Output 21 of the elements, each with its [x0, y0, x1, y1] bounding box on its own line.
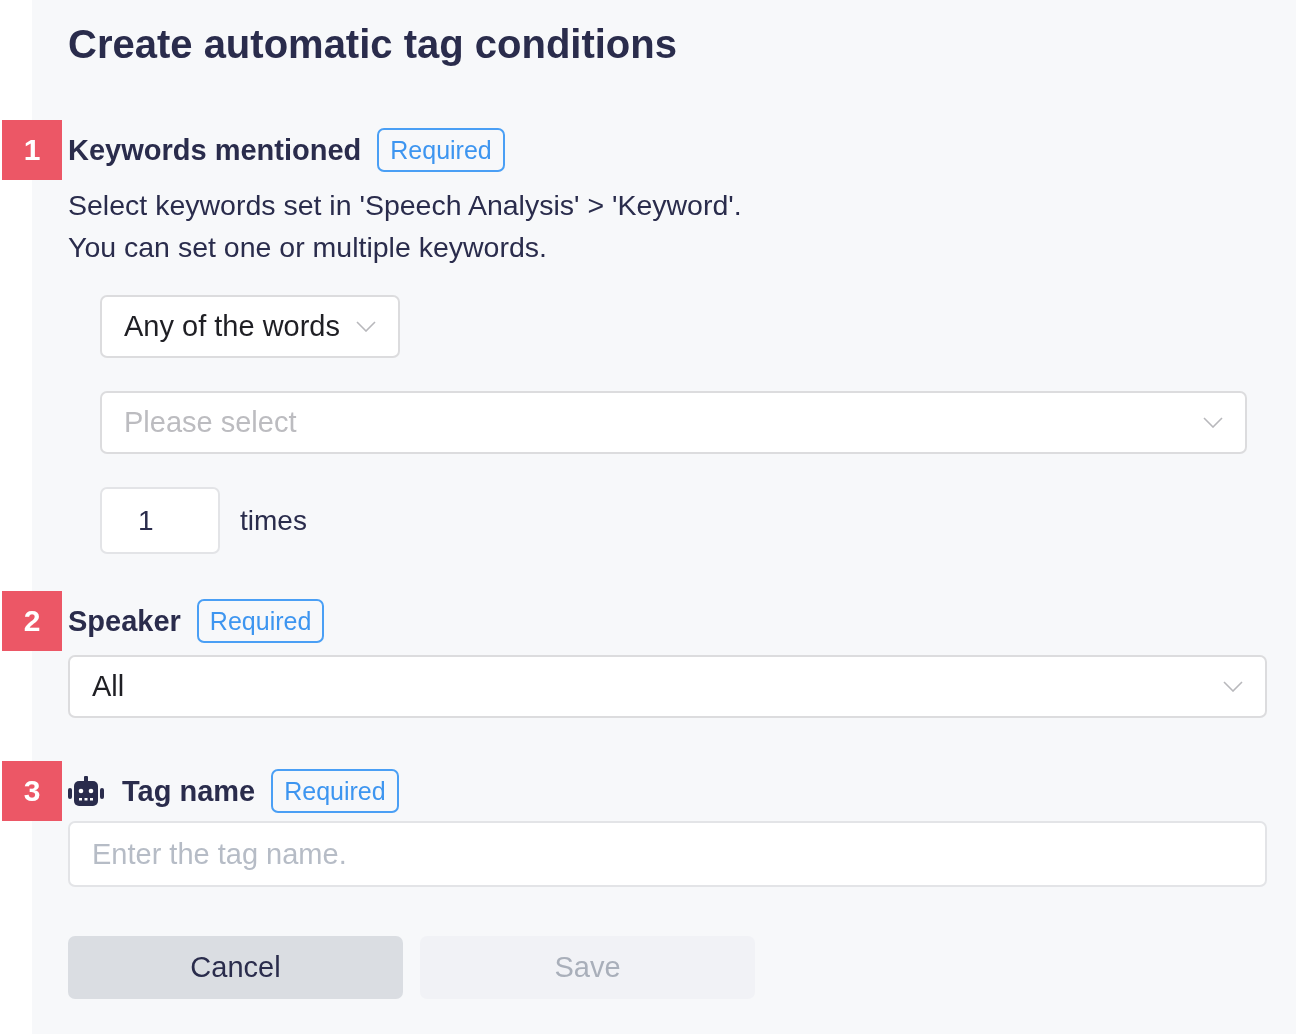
unit-label: times [240, 504, 307, 537]
section-heading: Speaker [68, 604, 181, 638]
step-number-marker: 1 [2, 120, 62, 180]
description-text: Select keywords set in 'Speech Analysis' > 'Keyword'. [68, 188, 742, 223]
dropdown[interactable]: All [68, 655, 1267, 718]
section-heading: Tag name [122, 774, 256, 808]
chevron-down-icon [356, 321, 376, 332]
required-badge: Required [196, 599, 325, 643]
step-number-marker: 2 [2, 591, 62, 651]
chevron-down-icon [1203, 417, 1223, 428]
required-badge: Required [271, 769, 399, 813]
section-heading: Keywords mentioned [68, 133, 362, 167]
count-input[interactable]: 1 [100, 487, 220, 554]
required-badge: Required [377, 128, 505, 172]
button[interactable]: Cancel [68, 936, 403, 999]
step-number-marker: 3 [2, 761, 62, 821]
dropdown[interactable]: Any of the words [100, 295, 400, 358]
description-text: You can set one or multiple keywords. [68, 230, 547, 265]
page-title: Create automatic tag conditions [68, 21, 677, 68]
text-input[interactable]: Enter the tag name. [68, 821, 1267, 887]
chevron-down-icon [1223, 681, 1243, 692]
